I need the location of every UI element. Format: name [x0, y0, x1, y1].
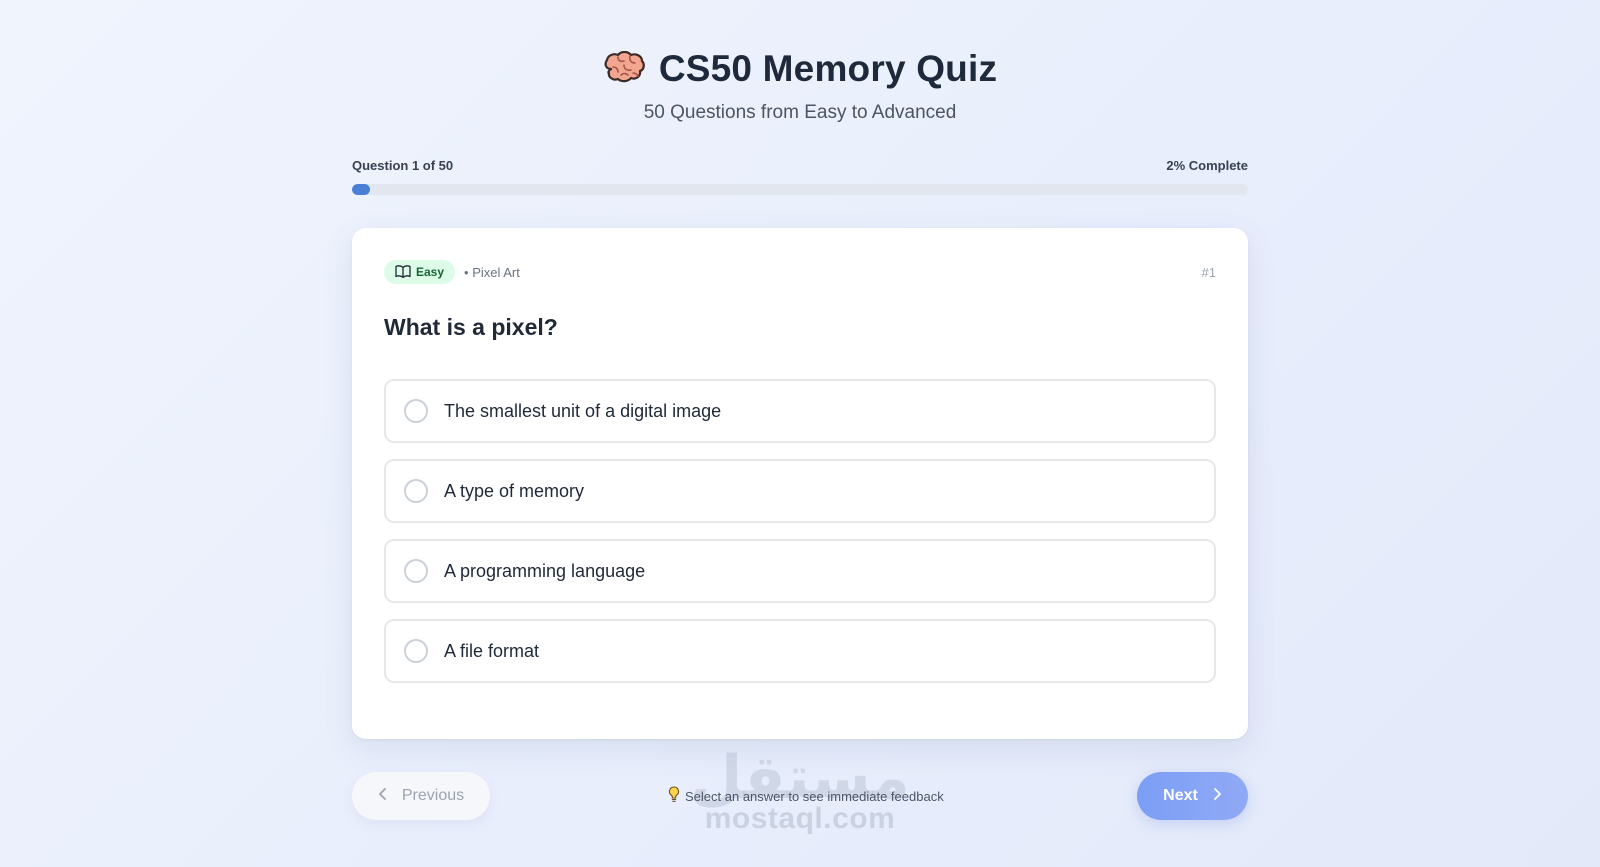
previous-button-label: Previous: [401, 787, 465, 804]
question-card: Easy • Pixel Art #1 What is a pixel? The…: [352, 228, 1248, 739]
quiz-footer: Previous Select an answer to see immedia…: [352, 772, 1248, 820]
answer-option[interactable]: A programming language: [384, 539, 1216, 603]
answer-option[interactable]: A type of memory: [384, 459, 1216, 523]
answer-option-label: A file format: [444, 640, 540, 661]
chevron-right-icon: [1212, 787, 1222, 806]
book-open-icon: [395, 264, 411, 281]
progress-bar: [352, 184, 1248, 195]
answer-options: The smallest unit of a digital image A t…: [384, 379, 1216, 699]
progress-labels: Question 1 of 50 2% Complete: [352, 158, 1248, 173]
progress-percent-label: 2% Complete: [1166, 158, 1248, 173]
page-subtitle: 50 Questions from Easy to Advanced: [643, 102, 957, 123]
next-button[interactable]: Next: [1137, 772, 1248, 820]
difficulty-label: Easy: [416, 265, 445, 279]
answer-option-label: The smallest unit of a digital image: [444, 400, 722, 421]
chevron-left-icon: [378, 787, 388, 806]
next-button-label: Next: [1163, 787, 1198, 804]
question-text: What is a pixel?: [384, 314, 558, 340]
progress-section: Question 1 of 50 2% Complete: [352, 158, 1248, 195]
brain-icon: [603, 50, 645, 87]
difficulty-badge: Easy: [384, 260, 456, 284]
radio-icon[interactable]: [404, 399, 428, 423]
answer-option[interactable]: A file format: [384, 619, 1216, 683]
answer-option[interactable]: The smallest unit of a digital image: [384, 379, 1216, 443]
radio-icon[interactable]: [404, 479, 428, 503]
feedback-hint: Select an answer to see immediate feedba…: [668, 786, 944, 806]
progress-question-label: Question 1 of 50: [352, 158, 454, 173]
feedback-hint-text: Select an answer to see immediate feedba…: [685, 788, 944, 804]
question-topic: • Pixel Art: [464, 264, 520, 280]
radio-icon[interactable]: [404, 639, 428, 663]
previous-button[interactable]: Previous: [352, 772, 490, 820]
page-title: CS50 Memory Quiz: [658, 48, 998, 89]
lightbulb-icon: [668, 786, 680, 806]
progress-bar-fill: [352, 184, 370, 195]
question-meta: Easy • Pixel Art #1: [384, 260, 1216, 284]
question-number: #1: [1201, 264, 1216, 280]
title-row: CS50 Memory Quiz: [0, 48, 1600, 90]
quiz-page: CS50 Memory Quiz 50 Questions from Easy …: [0, 0, 1600, 867]
quiz-header: CS50 Memory Quiz 50 Questions from Easy …: [0, 48, 1600, 124]
radio-icon[interactable]: [404, 559, 428, 583]
answer-option-label: A type of memory: [444, 480, 585, 501]
answer-option-label: A programming language: [444, 560, 646, 581]
